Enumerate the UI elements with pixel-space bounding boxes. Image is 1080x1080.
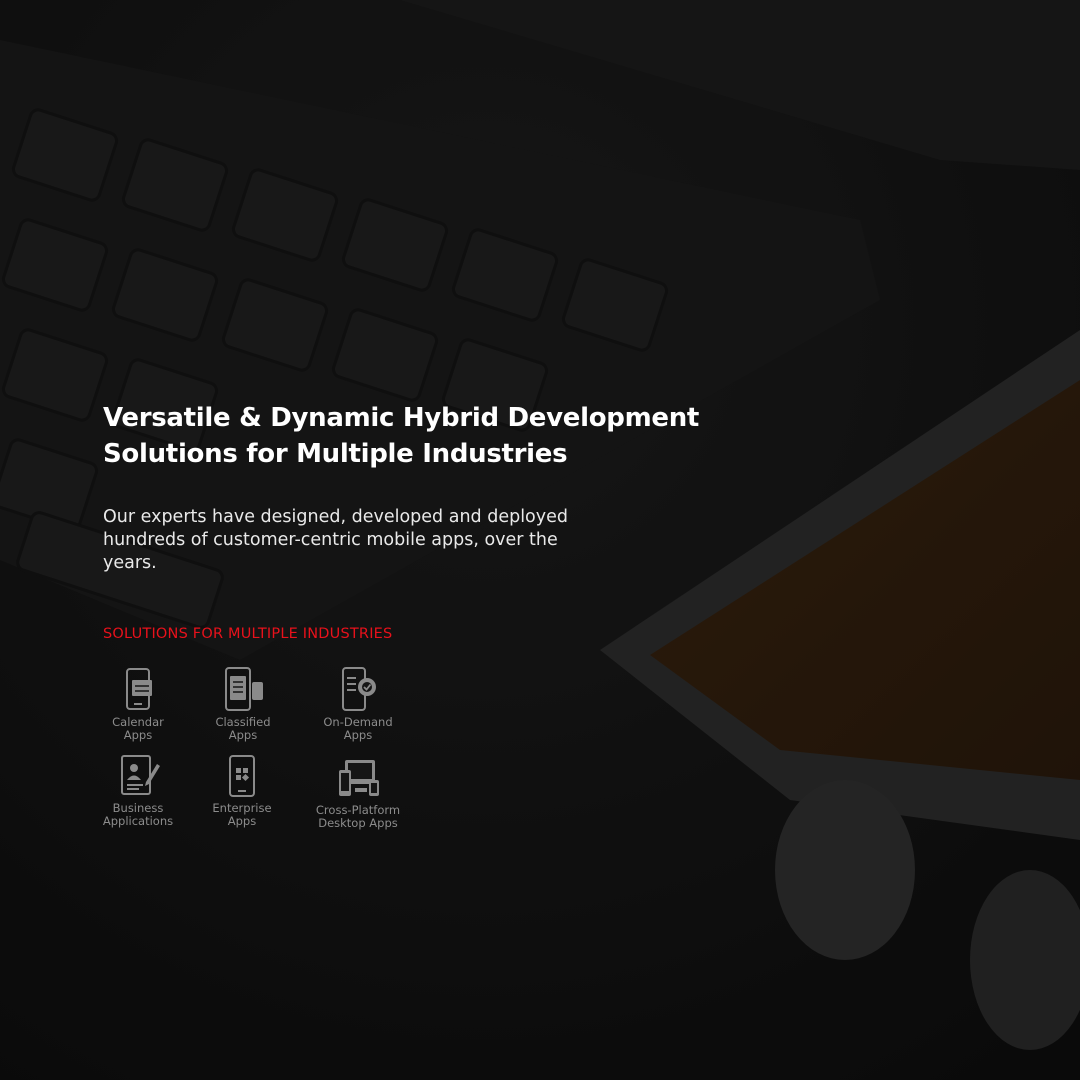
- app-label-line2: Apps: [123, 728, 153, 742]
- app-label-line2: Apps: [343, 728, 373, 742]
- app-label-line2: Desktop Apps: [318, 816, 398, 830]
- solution-on-demand-apps: On-Demand Apps: [303, 666, 413, 742]
- app-label-line2: Apps: [228, 728, 258, 742]
- cross-platform-devices-icon: [339, 760, 379, 796]
- solution-enterprise-apps: Enterprise Apps: [187, 754, 297, 828]
- solutions-grid: Calendar Apps Classified Apps On-Demand …: [103, 666, 423, 846]
- description-line-1: Our experts have designed, developed and…: [103, 507, 568, 527]
- solution-classified-apps: Classified Apps: [188, 666, 298, 742]
- enterprise-phone-icon: [229, 755, 255, 797]
- app-label-line2: Applications: [102, 814, 174, 828]
- title-line-2: Solutions for Multiple Industries: [103, 439, 568, 469]
- title-line-1: Versatile & Dynamic Hybrid Development: [103, 403, 700, 433]
- hero-section: Versatile & Dynamic Hybrid Development S…: [103, 400, 743, 830]
- on-demand-gear-phone-icon: [342, 667, 376, 711]
- app-label-line2: Apps: [227, 814, 257, 828]
- solution-business-applications: Business Applications: [83, 754, 193, 828]
- solution-cross-platform-desktop-apps: Cross-Platform Desktop Apps: [303, 758, 413, 830]
- description-line-2: hundreds of customer-centric mobile apps…: [103, 530, 558, 550]
- page-title: Versatile & Dynamic Hybrid Development S…: [103, 400, 743, 472]
- calendar-phone-icon: [126, 668, 152, 710]
- classified-phone-icon: [225, 667, 263, 711]
- description-line-3: years.: [103, 553, 157, 573]
- solutions-section-label: SOLUTIONS FOR MULTIPLE INDUSTRIES: [103, 626, 393, 642]
- business-document-icon: [121, 755, 160, 795]
- hero-description: Our experts have designed, developed and…: [103, 506, 623, 575]
- solution-calendar-apps: Calendar Apps: [83, 666, 193, 742]
